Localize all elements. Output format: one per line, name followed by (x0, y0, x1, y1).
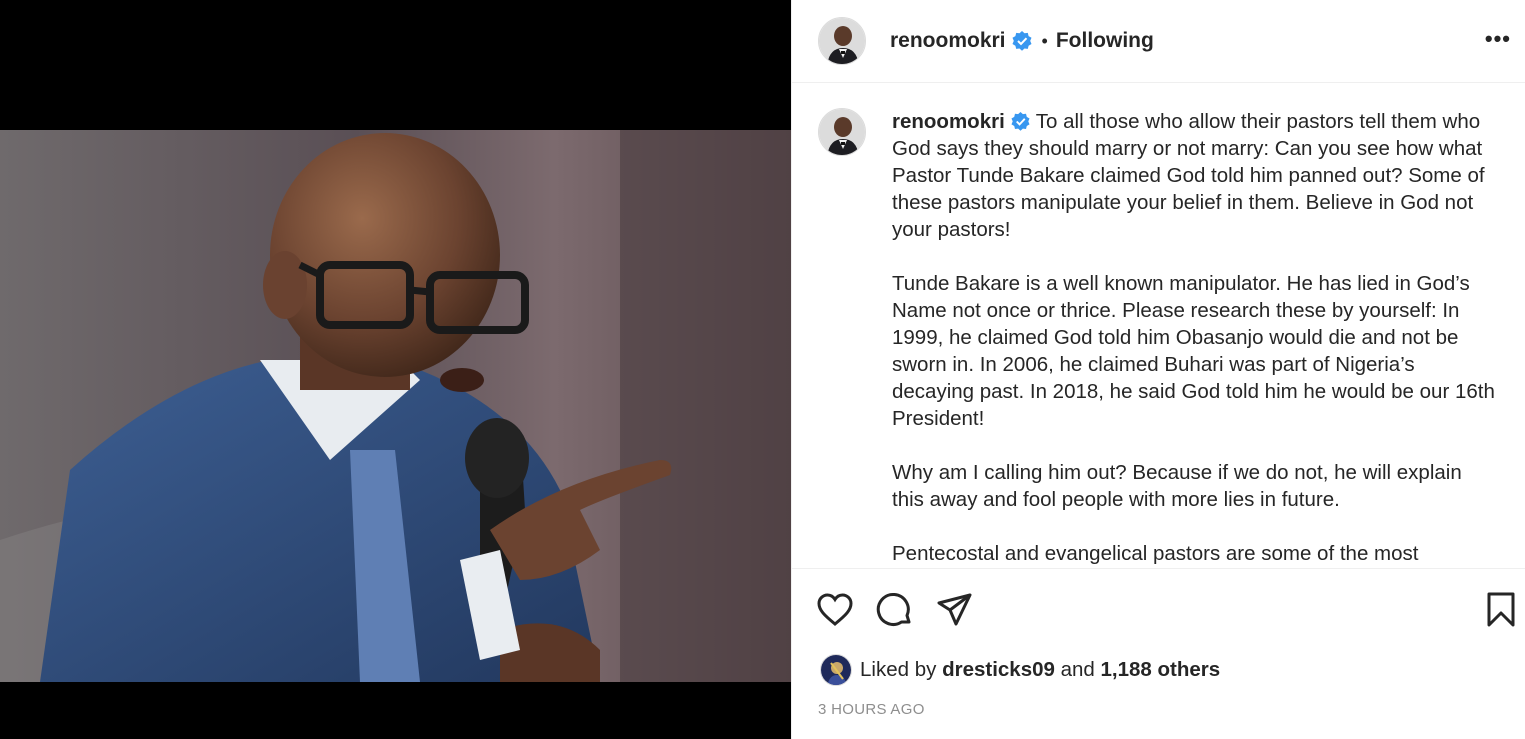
caption-username[interactable]: renoomokri (892, 110, 1005, 133)
caption-avatar-image (819, 109, 865, 155)
caption-paragraph-2: Tunde Bakare is a well known manipulator… (892, 272, 1495, 430)
liker-avatar-image (821, 655, 851, 685)
caption-text: renoomokri To all those who allow their p… (892, 108, 1497, 568)
post-photo[interactable] (0, 130, 791, 682)
post-actions-bar (792, 568, 1525, 648)
post-header: renoomokri • Following ••• (792, 0, 1525, 83)
more-options-icon[interactable]: ••• (1485, 28, 1511, 50)
header-separator: • (1041, 30, 1048, 51)
post-side-pane: renoomokri • Following ••• renoomokri To… (791, 0, 1525, 739)
caption-paragraph-3: Why am I calling him out? Because if we … (892, 461, 1462, 511)
likes-conjunction: and (1060, 658, 1095, 681)
comment-icon[interactable] (876, 591, 914, 629)
author-avatar-image (819, 18, 865, 64)
caption-author-avatar[interactable] (818, 108, 866, 156)
post-timestamp[interactable]: 3 HOURS AGO (818, 701, 925, 718)
caption-area[interactable]: renoomokri To all those who allow their p… (792, 84, 1525, 568)
caption-row: renoomokri To all those who allow their p… (818, 108, 1499, 568)
post-photo-illustration (0, 130, 791, 682)
likes-prefix: Liked by (860, 658, 937, 681)
likes-text: Liked by dresticks09 and 1,188 others (860, 658, 1220, 682)
liker-avatar[interactable] (820, 654, 852, 686)
heart-icon[interactable] (816, 591, 854, 629)
post-media-pane (0, 0, 791, 739)
verified-badge-icon (1012, 31, 1032, 51)
others-likes-link[interactable]: 1,188 others (1101, 658, 1221, 681)
caption-paragraph-4: Pentecostal and evangelical pastors are … (892, 542, 1419, 565)
first-liker-link[interactable]: dresticks09 (942, 658, 1055, 681)
share-icon[interactable] (936, 591, 974, 629)
following-button[interactable]: Following (1056, 29, 1154, 53)
caption-verified-badge-icon (1011, 111, 1030, 131)
likes-summary: Liked by dresticks09 and 1,188 others (820, 654, 1220, 686)
caption-paragraph-1: renoomokri To all those who allow their p… (892, 108, 1497, 243)
bookmark-icon[interactable] (1482, 591, 1520, 629)
author-username[interactable]: renoomokri (890, 29, 1006, 53)
author-avatar[interactable] (818, 17, 866, 65)
